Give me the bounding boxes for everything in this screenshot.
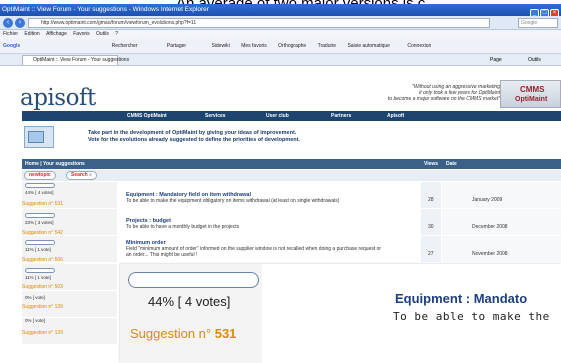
close-button[interactable]: × (550, 9, 559, 16)
forum-header: Home | Your suggestions Views Date (22, 159, 561, 169)
zoom-topic-title[interactable]: Equipment : Mandato (395, 291, 527, 306)
vote-progress-bar (25, 213, 55, 218)
views-cell (421, 236, 441, 262)
google-spellcheck-button[interactable]: Orthographe (278, 43, 306, 49)
nav-user-club[interactable]: User club (266, 111, 289, 121)
google-favorites-button[interactable]: Mes favoris (241, 43, 267, 49)
magnifier-icon: ⌕ (89, 172, 92, 178)
site-nav: CMMS OptiMaint Services User club Partne… (22, 111, 561, 121)
google-logo: Google (3, 43, 21, 49)
menu-item-outils[interactable]: Outils (96, 31, 109, 37)
date-cell (442, 209, 561, 235)
suggestion-number: Suggestion n° 139 (22, 304, 63, 310)
vote-progress-bar (25, 183, 55, 188)
forum-actions: newtopic Search ⌕ (22, 170, 561, 181)
table-row[interactable]: 11% [ 1 vote] Suggestion n° 506 Minimum … (22, 236, 561, 263)
breadcrumb[interactable]: Home | Your suggestions (25, 159, 85, 169)
new-topic-label: newtopic (29, 172, 51, 178)
optimaint-label: OptiMaint (515, 96, 548, 103)
intro-line: Vote for the evolutions already suggeste… (88, 137, 300, 143)
vote-count: 33% [ 3 votes] (25, 220, 54, 225)
topic-date: November 2008 (472, 251, 508, 257)
suggestion-number: Suggestion n° 531 (22, 201, 63, 207)
window-controls: _ □ × (530, 9, 559, 16)
views-column-header: Views (424, 161, 439, 167)
cmms-label: CMMS (520, 85, 545, 94)
intro-line: Take part in the development of OptiMain… (88, 130, 297, 136)
topic-date: December 2008 (472, 224, 508, 230)
views-cell (421, 182, 441, 208)
nav-services[interactable]: Services (205, 111, 226, 121)
browser-tab[interactable]: OptiMaint :: View Forum - Your suggestio… (22, 55, 129, 65)
vote-count: 44% [ 4 votes] (25, 190, 54, 195)
zoom-suggestion-prefix: Suggestion n° (130, 326, 212, 341)
tab-bar: OptiMaint :: View Forum - Your suggestio… (0, 54, 561, 66)
topic-views: 30 (428, 224, 434, 230)
window-titlebar: OptiMaint :: View Forum - Your suggestio… (0, 4, 561, 16)
menu-item-favoris[interactable]: Favoris (73, 31, 89, 37)
nav-partners[interactable]: Partners (331, 111, 351, 121)
date-cell (442, 182, 561, 208)
views-cell (421, 209, 441, 235)
menu-item-edition[interactable]: Edition (24, 31, 39, 37)
intro-text: Take part in the development of OptiMain… (88, 130, 300, 144)
marketing-quote: "Without using an aggressive marketing i… (330, 84, 500, 102)
menu-bar: Fichier Edition Affichage Favoris Outils… (0, 30, 561, 39)
window-title: OptiMaint :: View Forum - Your suggestio… (2, 6, 209, 13)
menu-item-fichier[interactable]: Fichier (3, 31, 18, 37)
apisoft-logo[interactable]: apisoft (20, 85, 96, 111)
topic-date: January 2009 (472, 197, 503, 203)
cmms-optimaint-badge[interactable]: CMMS OptiMaint (500, 80, 561, 108)
google-signin-button[interactable]: Connexion (407, 43, 431, 49)
vote-progress-bar (25, 240, 55, 245)
date-cell (442, 236, 561, 262)
topic-views: 27 (428, 251, 434, 257)
topic-description-continued: an order... This might be useful ! (126, 252, 198, 258)
topic-views: 28 (428, 197, 434, 203)
forum-illustration (24, 126, 54, 148)
nav-apisoft[interactable]: Apisoft (387, 111, 404, 121)
zoom-suggestion-id: 531 (214, 326, 237, 341)
address-bar: ‹ › http://www.optimaint.com/gmao/forum/… (0, 16, 561, 30)
table-row[interactable]: 44% [ 4 votes] Suggestion n° 531 Equipme… (22, 182, 561, 208)
suggestion-number: Suggestion n° 506 (22, 257, 63, 263)
date-column-header: Date (446, 161, 457, 167)
search-input[interactable]: Google (518, 18, 558, 28)
zoom-topic-description: To be able to make the (393, 310, 550, 323)
suggestion-number: Suggestion n° 139 (22, 330, 63, 336)
google-autofill-button[interactable]: Saisie automatique (347, 43, 390, 49)
vote-count: 11% [ 1 vote] (25, 247, 51, 252)
vote-progress-bar (25, 268, 55, 273)
page-menu-button[interactable]: Page (490, 54, 502, 66)
vote-count: 0% [ vote] (25, 295, 46, 300)
nav-cmms-optimaint[interactable]: CMMS OptiMaint (127, 111, 167, 121)
url-field[interactable]: http://www.optimaint.com/gmao/forum/view… (28, 18, 490, 28)
suggestion-number: Suggestion n° 503 (22, 284, 63, 290)
back-button[interactable]: ‹ (3, 18, 13, 28)
menu-item-affichage[interactable]: Affichage (46, 31, 67, 37)
minimize-button[interactable]: _ (530, 9, 539, 16)
menu-item-help[interactable]: ? (115, 31, 118, 37)
google-sidewiki-button[interactable]: Sidewiki (211, 43, 229, 49)
vote-count: 0% [ vote] (25, 318, 46, 323)
search-button[interactable]: Search ⌕ (66, 171, 97, 180)
topic-description: To be able to have a monthly budget in t… (126, 224, 240, 230)
forward-button[interactable]: › (15, 18, 25, 28)
table-row[interactable]: 33% [ 3 votes] Suggestion n° 542 Project… (22, 209, 561, 236)
google-share-button[interactable]: Partager (167, 43, 186, 49)
quote-line: to become a major software on the CMMS m… (387, 96, 500, 102)
vote-count: 11% [ 1 vote] (25, 275, 51, 280)
maximize-button[interactable]: □ (540, 9, 549, 16)
zoom-vote-count: 44% [ 4 votes] (148, 294, 231, 309)
zoom-vote-progress-bar (128, 272, 259, 288)
search-label: Search (71, 172, 88, 178)
google-search-button[interactable]: Rechercher (112, 43, 138, 49)
zoom-suggestion-number: Suggestion n° 531 (130, 326, 236, 341)
new-topic-button[interactable]: newtopic (24, 171, 56, 180)
tools-menu-button[interactable]: Outils (528, 54, 541, 66)
google-toolbar: Google Rechercher Partager Sidewiki Mes … (0, 39, 561, 54)
zoom-inset: 44% [ 4 votes] Suggestion n° 531 Equipme… (120, 264, 561, 363)
google-translate-button[interactable]: Traduire (318, 43, 336, 49)
topic-description: To be able to make the equipment obligat… (126, 198, 340, 204)
